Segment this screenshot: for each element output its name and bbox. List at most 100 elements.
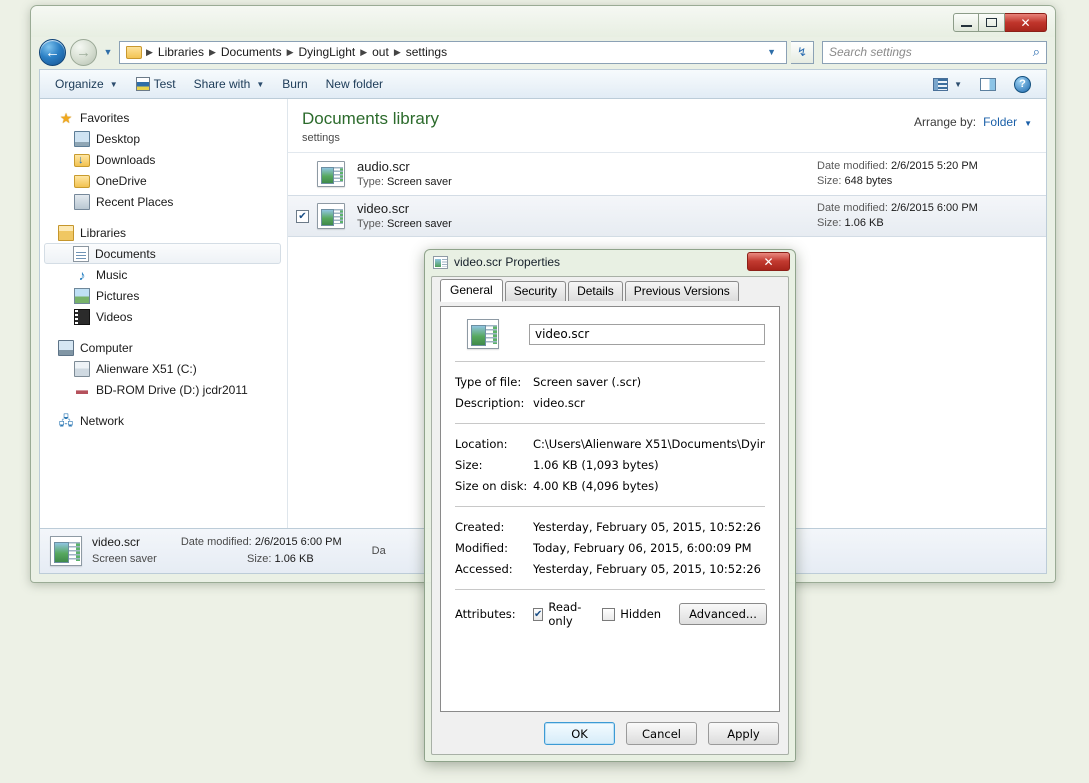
restore-button[interactable] — [979, 13, 1005, 32]
sidebar-item-documents[interactable]: Documents — [44, 243, 281, 264]
file-type: Type: Screen saver — [357, 175, 817, 190]
music-icon: ♪ — [78, 266, 86, 283]
breadcrumb-item-out[interactable]: out — [368, 45, 393, 59]
command-toolbar: Organize ▼ Test Share with ▼ Burn New fo… — [39, 69, 1047, 98]
sidebar-item-pictures[interactable]: Pictures — [40, 285, 287, 306]
window-titlebar[interactable]: ✕ — [31, 6, 1055, 37]
burn-button[interactable]: Burn — [273, 74, 316, 94]
sidebar-item-downloads[interactable]: Downloads — [40, 149, 287, 170]
sidebar-item-onedrive[interactable]: OneDrive — [40, 170, 287, 191]
property-label: Location: — [455, 437, 508, 451]
readonly-checkbox-wrap[interactable]: ✔ Read-only — [533, 600, 584, 628]
property-value: C:\Users\Alienware X51\Documents\DyingLi… — [533, 437, 765, 451]
filename-field[interactable]: video.scr — [529, 323, 765, 345]
row-checkbox[interactable]: ✔ — [296, 209, 309, 223]
property-row-created: Created: Yesterday, February 05, 2015, 1… — [455, 517, 765, 538]
history-dropdown-icon[interactable]: ▼ — [101, 47, 115, 57]
size-label: Size: — [817, 217, 842, 229]
sidebar-item-videos[interactable]: Videos — [40, 306, 287, 327]
file-type-label: Type: — [357, 217, 384, 230]
chevron-down-icon: ▼ — [954, 79, 962, 89]
tab-previous-versions[interactable]: Previous Versions — [624, 281, 739, 301]
breadcrumb[interactable]: ▶ Libraries ▶ Documents ▶ DyingLight ▶ o… — [119, 40, 787, 64]
advanced-button[interactable]: Advanced... — [679, 603, 767, 625]
new-folder-button[interactable]: New folder — [317, 74, 392, 94]
property-label: Modified: — [455, 541, 508, 555]
status-file-type: Screen saver — [92, 553, 157, 565]
library-subtitle: settings — [302, 132, 340, 144]
status-size: Size: 1.06 KB — [181, 551, 342, 568]
sidebar-item-bd-rom-drive[interactable]: ▬ BD-ROM Drive (D:) jcdr2011 — [40, 379, 287, 400]
preview-pane-button[interactable] — [971, 75, 1005, 94]
size-label: Size: — [246, 553, 272, 565]
nav-header-libraries[interactable]: Libraries — [40, 222, 287, 243]
chevron-down-icon: ▼ — [109, 79, 118, 89]
sidebar-item-network[interactable]: 🖧 Network — [40, 410, 287, 431]
navigation-pane: ★ Favorites Desktop Downloads OneDrive — [40, 99, 288, 528]
screen-saver-file-icon — [50, 536, 82, 566]
nav-header-favorites[interactable]: ★ Favorites — [40, 107, 287, 128]
arrange-by-value[interactable]: Folder — [983, 115, 1017, 129]
help-button[interactable]: ? — [1005, 73, 1040, 96]
tab-general[interactable]: General — [440, 279, 503, 302]
hidden-checkbox[interactable] — [602, 607, 616, 621]
dialog-close-button[interactable]: ✕ — [747, 252, 790, 271]
table-row[interactable]: ✔ video.scr Type: Screen saver Date modi… — [288, 195, 1046, 237]
divider — [455, 361, 765, 362]
nav-group-favorites: ★ Favorites Desktop Downloads OneDrive — [40, 107, 287, 212]
property-value: Screen saver (.scr) — [533, 375, 642, 389]
breadcrumb-item-settings[interactable]: settings — [402, 45, 451, 59]
share-with-button[interactable]: Share with ▼ — [185, 74, 274, 94]
readonly-checkbox[interactable]: ✔ — [533, 607, 544, 621]
file-type: Type: Screen saver — [357, 217, 817, 232]
nav-header-label: Computer — [80, 340, 133, 355]
change-view-button[interactable]: ▼ — [924, 75, 971, 94]
sidebar-item-label: Music — [96, 267, 128, 282]
search-placeholder: Search settings — [829, 45, 912, 59]
file-name: audio.scr — [357, 158, 410, 174]
search-input[interactable]: Search settings ⌕ — [822, 40, 1047, 64]
cancel-button[interactable]: Cancel — [626, 722, 697, 745]
videos-icon — [74, 308, 90, 325]
forward-button[interactable]: → — [70, 38, 97, 66]
breadcrumb-item-dyinglight[interactable]: DyingLight — [295, 45, 360, 59]
nav-header-computer[interactable]: Computer — [40, 337, 287, 358]
library-header: Documents library settings Arrange by: F… — [288, 99, 1046, 153]
file-type-value: Screen saver — [386, 217, 452, 230]
size-label: Size: — [817, 175, 842, 187]
breadcrumb-separator: ▶ — [286, 46, 294, 57]
breadcrumb-item-documents[interactable]: Documents — [217, 45, 286, 59]
test-button[interactable]: Test — [127, 74, 185, 94]
chevron-down-icon[interactable]: ▼ — [1024, 119, 1032, 128]
back-button[interactable]: ← — [39, 38, 66, 66]
apply-button[interactable]: Apply — [708, 722, 779, 745]
address-bar-row: ← → ▼ ▶ Libraries ▶ Documents ▶ DyingLig… — [39, 38, 1047, 66]
sidebar-item-recent-places[interactable]: Recent Places — [40, 191, 287, 212]
sidebar-item-desktop[interactable]: Desktop — [40, 128, 287, 149]
close-button[interactable]: ✕ — [1005, 13, 1047, 32]
date-modified-label: Date modified: — [817, 202, 888, 214]
sidebar-item-music[interactable]: ♪ Music — [40, 264, 287, 285]
breadcrumb-item-libraries[interactable]: Libraries — [154, 45, 208, 59]
tab-security[interactable]: Security — [504, 281, 567, 301]
hidden-checkbox-wrap[interactable]: Hidden — [602, 607, 661, 621]
nav-header-label: Favorites — [80, 110, 130, 125]
sidebar-item-local-disk[interactable]: Alienware X51 (C:) — [40, 358, 287, 379]
arrange-by-control[interactable]: Arrange by: Folder ▼ — [914, 109, 1032, 129]
minimize-button[interactable] — [953, 13, 979, 32]
table-row[interactable]: audio.scr Type: Screen saver Date modifi… — [288, 153, 1046, 195]
date-modified-value: 2/6/2015 6:00 PM — [891, 202, 978, 214]
library-header-text: Documents library settings — [302, 109, 439, 144]
refresh-button[interactable]: ↯ — [791, 40, 814, 64]
file-size: Size: 1.06 KB — [817, 216, 1032, 231]
file-size: Size: 648 bytes — [817, 174, 1032, 189]
screen-saver-file-icon — [467, 319, 499, 349]
organize-button[interactable]: Organize ▼ — [46, 74, 127, 94]
ok-button[interactable]: OK — [544, 722, 615, 745]
sidebar-item-label: Videos — [96, 309, 133, 324]
dialog-titlebar[interactable]: video.scr Properties ✕ — [425, 250, 795, 274]
tab-details[interactable]: Details — [568, 281, 623, 301]
breadcrumb-separator: ▶ — [146, 46, 153, 57]
chevron-down-icon[interactable]: ▼ — [761, 47, 782, 57]
property-row-size: Size: 1.06 KB (1,093 bytes) — [455, 455, 765, 476]
